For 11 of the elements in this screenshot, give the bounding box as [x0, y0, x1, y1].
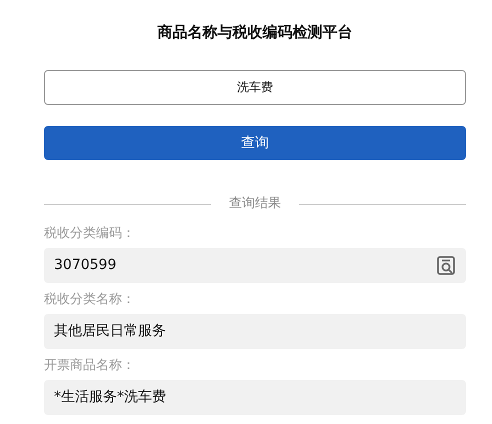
field-label: 开票商品名称：: [44, 357, 136, 375]
field-value: 其他居民日常服务: [54, 322, 166, 341]
field-value: *生活服务*洗车费: [54, 388, 166, 407]
section-divider-label: 查询结果: [228, 195, 282, 214]
query-button[interactable]: 查询: [44, 126, 466, 160]
field-value: 3070599: [54, 256, 116, 275]
search-icon[interactable]: [437, 256, 456, 275]
page-title: 商品名称与税收编码检测平台: [156, 22, 354, 43]
field-label: 税收分类编码：: [44, 225, 136, 243]
field-label: 税收分类名称：: [44, 291, 136, 309]
search-field[interactable]: 洗车费: [44, 70, 466, 105]
